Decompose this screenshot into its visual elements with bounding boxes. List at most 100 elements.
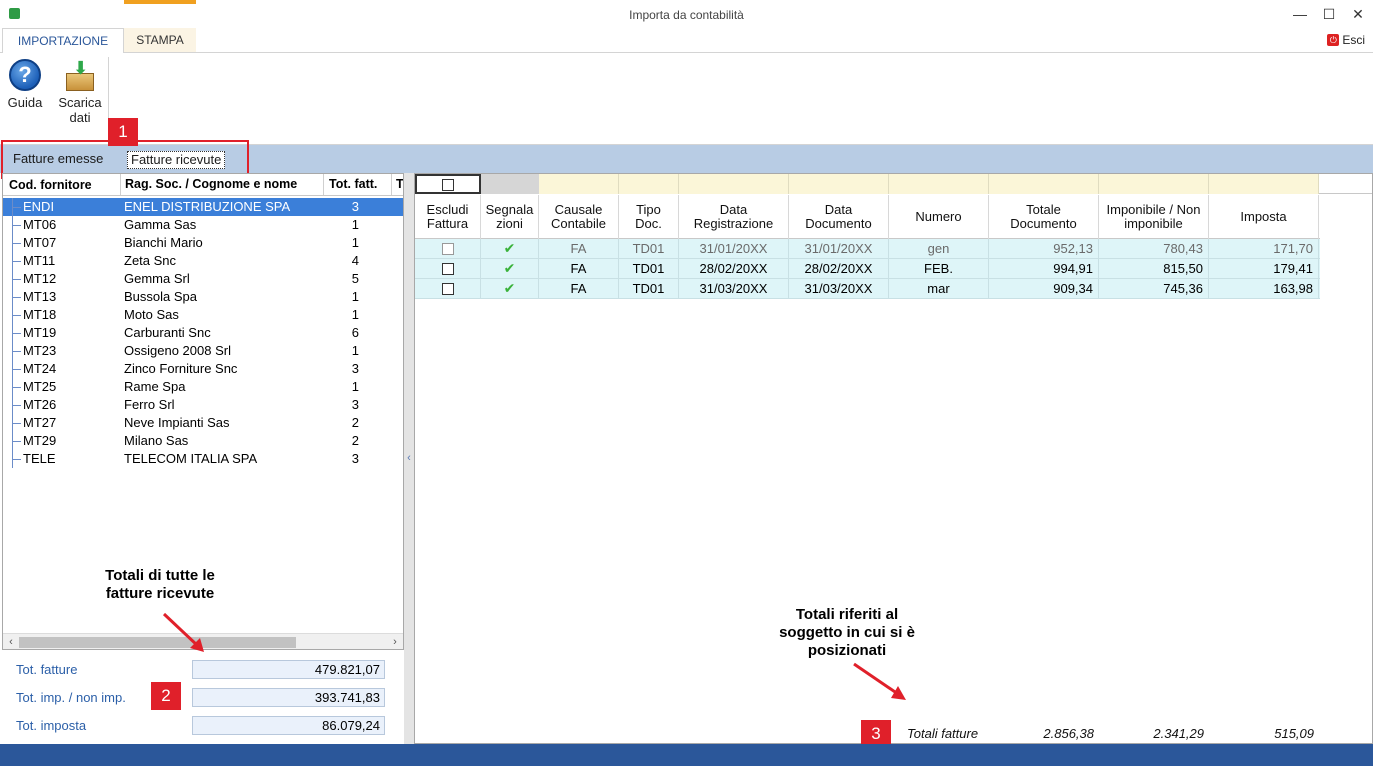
tree-line (12, 360, 21, 378)
check-icon: ✔ (503, 260, 516, 276)
filter-cell-imponibile[interactable] (1099, 174, 1209, 194)
tree-line (12, 288, 21, 306)
col-cod-fornitore[interactable]: Cod. fornitore (9, 178, 92, 192)
supplier-row[interactable]: MT25 Rame Spa 1 (3, 378, 403, 396)
col-numero[interactable]: Numero (889, 195, 989, 239)
causale-cell: FA (539, 279, 619, 299)
supplier-row[interactable]: MT12 Gemma Srl 5 (3, 270, 403, 288)
supplier-row[interactable]: MT23 Ossigeno 2008 Srl 1 (3, 342, 403, 360)
col-imponibile[interactable]: Imponibile / Non imponibile (1099, 195, 1209, 239)
minimize-button[interactable]: — (1288, 4, 1312, 24)
escludi-checkbox[interactable] (441, 263, 454, 275)
data-documento-cell: 31/03/20XX (789, 279, 889, 299)
filter-cell-tipo[interactable] (619, 174, 679, 194)
filter-cell-totale[interactable] (989, 174, 1099, 194)
col-escludi-fattura[interactable]: Escludi Fattura (415, 195, 481, 239)
annotation-left: Totali di tutte le fatture ricevute (105, 567, 215, 602)
supplier-row[interactable]: MT06 Gamma Sas 1 (3, 216, 403, 234)
close-button[interactable]: ✕ (1346, 4, 1370, 24)
supplier-row[interactable]: MT18 Moto Sas 1 (3, 306, 403, 324)
col-segnalazioni[interactable]: Segnala zioni (481, 195, 539, 239)
supplier-row[interactable]: MT26 Ferro Srl 3 (3, 396, 403, 414)
supplier-tot-fatt: 1 (351, 307, 359, 322)
col-data-documento[interactable]: Data Documento (789, 195, 889, 239)
tree-line (12, 324, 21, 342)
supplier-name: Bussola Spa (124, 289, 197, 304)
supplier-code: MT26 (23, 397, 57, 412)
supplier-tot-fatt: 3 (351, 361, 359, 376)
filter-cell-imposta[interactable] (1209, 174, 1319, 194)
supplier-row[interactable]: TELE TELECOM ITALIA SPA 3 (3, 450, 403, 468)
supplier-row[interactable]: MT07 Bianchi Mario 1 (3, 234, 403, 252)
supplier-row[interactable]: MT24 Zinco Forniture Snc 3 (3, 360, 403, 378)
supplier-name: TELECOM ITALIA SPA (124, 451, 258, 466)
filter-checkbox-cell[interactable] (415, 174, 481, 194)
tot-fatture-field: 479.821,07 (192, 660, 385, 679)
supplier-code: MT06 (23, 217, 57, 232)
data-documento-cell: 28/02/20XX (789, 259, 889, 279)
supplier-row[interactable]: MT19 Carburanti Snc 6 (3, 324, 403, 342)
supplier-row[interactable]: ENDI ENEL DISTRIBUZIONE SPA 3 (3, 198, 403, 216)
supplier-name: Zinco Forniture Snc (124, 361, 238, 376)
col-imposta[interactable]: Imposta (1209, 195, 1319, 239)
scarica-dati-button[interactable]: ⬇ Scarica dati (55, 59, 105, 125)
escludi-checkbox[interactable] (441, 243, 454, 255)
supplier-row[interactable]: MT29 Milano Sas 2 (3, 432, 403, 450)
filter-cell-causale[interactable] (539, 174, 619, 194)
supplier-code: MT07 (23, 235, 57, 250)
supplier-code: MT18 (23, 307, 57, 322)
causale-cell: FA (539, 259, 619, 279)
badge-2: 2 (151, 682, 181, 710)
guida-button[interactable]: ? Guida (5, 59, 45, 110)
supplier-tot-fatt: 1 (351, 379, 359, 394)
maximize-button[interactable]: ☐ (1317, 4, 1341, 24)
col-causale-contabile[interactable]: Causale Contabile (539, 195, 619, 239)
col-data-registrazione[interactable]: Data Registrazione (679, 195, 789, 239)
tree-line (12, 252, 21, 270)
filter-cell-numero[interactable] (889, 174, 989, 194)
supplier-code: MT13 (23, 289, 57, 304)
supplier-row[interactable]: MT11 Zeta Snc 4 (3, 252, 403, 270)
scroll-left-icon[interactable]: ‹ (3, 634, 19, 649)
tab-importazione[interactable]: IMPORTAZIONE (2, 28, 124, 53)
escludi-checkbox-cell[interactable] (415, 239, 481, 259)
col-rag-soc[interactable]: Rag. Soc. / Cognome e nome (120, 174, 297, 195)
invoice-row[interactable]: ✔ FA TD01 31/03/20XX 31/03/20XX mar 909,34 745,… (415, 279, 1320, 299)
filter-cell-data-reg[interactable] (679, 174, 789, 194)
filter-cell-data-doc[interactable] (789, 174, 889, 194)
col-t[interactable]: T (391, 174, 403, 195)
tree-line (12, 414, 21, 432)
supplier-row[interactable]: MT13 Bussola Spa 1 (3, 288, 403, 306)
escludi-checkbox-cell[interactable] (415, 279, 481, 299)
tree-line (12, 270, 21, 288)
invoice-row[interactable]: ✔ FA TD01 28/02/20XX 28/02/20XX FEB. 994,91 815… (415, 259, 1320, 279)
supplier-code: MT25 (23, 379, 57, 394)
segnalazione-cell: ✔ (481, 239, 539, 259)
invoice-row[interactable]: ✔ FA TD01 31/01/20XX 31/01/20XX gen 952,13 780,… (415, 239, 1320, 259)
numero-cell: gen (889, 239, 989, 259)
scroll-thumb[interactable] (19, 637, 296, 648)
collapse-arrow-icon[interactable]: ‹ (405, 448, 413, 468)
escludi-checkbox[interactable] (441, 283, 454, 295)
supplier-tot-fatt: 3 (351, 451, 359, 466)
check-icon: ✔ (503, 240, 516, 256)
esci-button[interactable]: ⏻ Esci (1327, 33, 1365, 47)
col-tot-fatt[interactable]: Tot. fatt. (323, 174, 377, 195)
imponibile-cell: 780,43 (1099, 239, 1209, 259)
supplier-name: Gemma Srl (124, 271, 190, 286)
panel-splitter[interactable]: ‹ (404, 173, 414, 744)
numero-cell: mar (889, 279, 989, 299)
col-tipo-doc[interactable]: Tipo Doc. (619, 195, 679, 239)
escludi-checkbox-cell[interactable] (415, 259, 481, 279)
power-icon: ⏻ (1327, 34, 1340, 46)
tab-stampa[interactable]: STAMPA (124, 28, 196, 53)
scroll-right-icon[interactable]: › (387, 634, 403, 649)
data-registrazione-cell: 31/01/20XX (679, 239, 789, 259)
col-totale-documento[interactable]: Totale Documento (989, 195, 1099, 239)
supplier-row[interactable]: MT27 Neve Impianti Sas 2 (3, 414, 403, 432)
totale-documento-cell: 909,34 (989, 279, 1099, 299)
segnalazione-cell: ✔ (481, 259, 539, 279)
supplier-name: Bianchi Mario (124, 235, 203, 250)
supplier-tot-fatt: 1 (351, 235, 359, 250)
select-all-checkbox[interactable] (442, 179, 454, 191)
